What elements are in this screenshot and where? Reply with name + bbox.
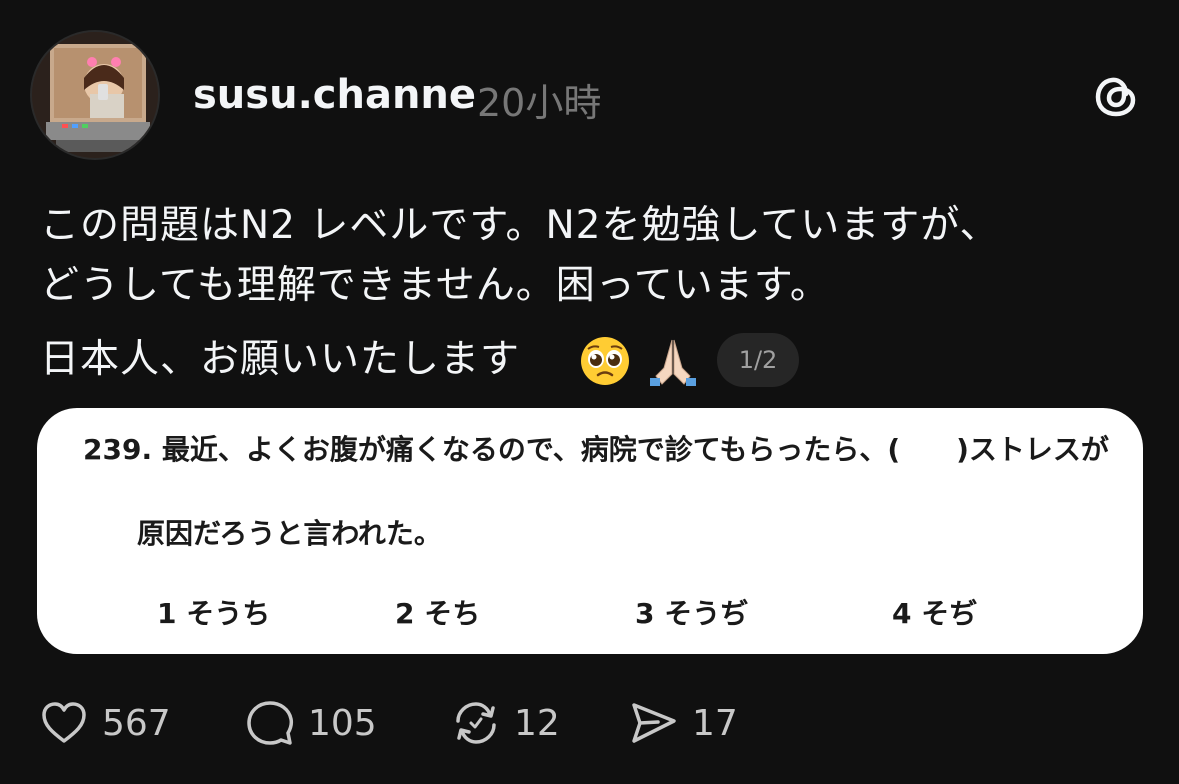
reply-count: 105 (308, 702, 377, 744)
share-button[interactable]: 17 (628, 697, 738, 749)
post-text-line2: どうしても理解できません。困っています。 (40, 263, 830, 308)
post-time: 20小時 (477, 81, 602, 125)
avatar-image (32, 32, 158, 158)
threads-icon[interactable] (1090, 70, 1142, 122)
post-text-line3: 日本人、お願いいたします (40, 337, 521, 382)
pleading-face-emoji (578, 334, 632, 388)
share-count: 17 (692, 702, 738, 744)
repost-button[interactable]: 12 (450, 697, 560, 749)
send-icon (632, 703, 676, 743)
post-text-line1: この問題はN2 レベルです。N2を勉強していますが、 (40, 203, 1000, 248)
like-button[interactable]: 567 (38, 697, 171, 749)
reply-button[interactable]: 105 (244, 697, 377, 749)
option-3: 3 そうぢ (635, 597, 749, 630)
option-4: 4 そぢ (892, 597, 978, 630)
option-1: 1 そうち (157, 597, 271, 630)
avatar[interactable] (30, 30, 160, 160)
username[interactable]: susu.channe (193, 72, 476, 118)
heart-icon (42, 702, 86, 743)
image-pager-badge: 1/2 (717, 333, 799, 387)
question-line2: 原因だろうと言われた。 (137, 517, 442, 550)
repost-count: 12 (514, 702, 560, 744)
repost-icon (456, 702, 496, 744)
post-text: この問題はN2 レベルです。N2を勉強していますが、 どうしても理解できません。… (40, 196, 1150, 316)
comment-icon (247, 701, 294, 745)
question-line1: 239. 最近、よくお腹が痛くなるので、病院で診てもらったら、( )ストレスが (83, 433, 1109, 466)
post-image[interactable]: 239. 最近、よくお腹が痛くなるので、病院で診てもらったら、( )ストレスが … (37, 408, 1143, 654)
option-2: 2 そち (395, 597, 481, 630)
action-bar: 567 105 12 17 (0, 697, 1179, 749)
like-count: 567 (102, 702, 171, 744)
folded-hands-emoji (646, 334, 700, 388)
